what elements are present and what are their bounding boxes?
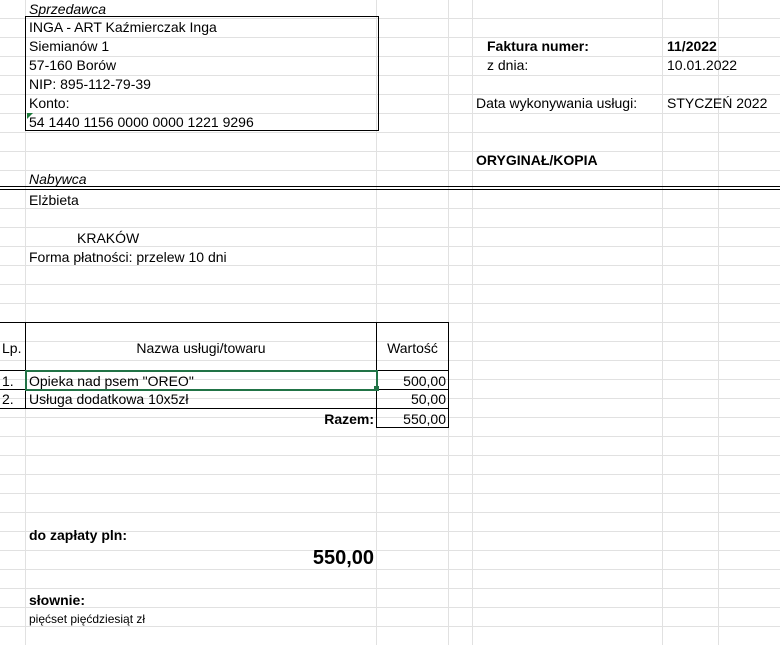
- table-row-border: [0, 408, 449, 409]
- grid-column-line: [662, 0, 663, 645]
- amount-due-label[interactable]: do zapłaty pln:: [29, 526, 127, 544]
- buyer-name[interactable]: Elżbieta: [29, 191, 79, 209]
- service-date-label[interactable]: Data wykonywania usługi:: [476, 94, 637, 112]
- total-value[interactable]: 550,00: [377, 410, 446, 428]
- selected-cell-border[interactable]: [25, 370, 378, 391]
- row-1-lp[interactable]: 1.: [2, 372, 14, 390]
- seller-account[interactable]: 54 1440 1156 0000 0000 1221 9296: [29, 113, 254, 131]
- seller-account-label[interactable]: Konto:: [29, 94, 69, 112]
- table-header-name: Nazwa usługi/towaru: [136, 340, 266, 356]
- seller-street[interactable]: Siemianów 1: [29, 37, 109, 55]
- section-separator: [0, 189, 780, 190]
- fill-handle[interactable]: [374, 386, 379, 391]
- table-header-value: Wartość: [387, 340, 438, 356]
- amount-due-value[interactable]: 550,00: [26, 546, 374, 570]
- in-words-label[interactable]: słownie:: [29, 591, 85, 609]
- service-date[interactable]: STYCZEŃ 2022: [667, 94, 767, 112]
- grid-column-line: [472, 0, 473, 645]
- invoice-date-label[interactable]: z dnia:: [487, 56, 528, 74]
- row-1-value[interactable]: 500,00: [377, 372, 446, 390]
- buyer-city[interactable]: KRAKÓW: [77, 229, 139, 247]
- seller-name[interactable]: INGA - ART Kaźmierczak Inga: [29, 18, 217, 36]
- payment-method[interactable]: Forma płatności: przelew 10 dni: [29, 248, 227, 266]
- invoice-number[interactable]: 11/2022: [667, 37, 717, 55]
- redacted-area: [30, 211, 200, 227]
- original-copy-label[interactable]: ORYGINAŁ/KOPIA: [476, 151, 598, 169]
- in-words-value[interactable]: pięćset pięćdziesiąt zł: [29, 610, 145, 628]
- row-2-name[interactable]: Usługa dodatkowa 10x5zł: [29, 390, 189, 408]
- invoice-number-label[interactable]: Faktura numer:: [487, 37, 589, 55]
- table-column-border: [448, 322, 449, 428]
- row-2-value[interactable]: 50,00: [377, 390, 446, 408]
- seller-nip[interactable]: NIP: 895-112-79-39: [29, 75, 151, 93]
- redacted-area: [82, 192, 190, 208]
- table-header-lp: Lp.: [2, 340, 22, 356]
- table-column-border: [25, 322, 26, 409]
- table-border-top: [0, 322, 449, 323]
- seller-city[interactable]: 57-160 Borów: [29, 56, 116, 74]
- redacted-area: [30, 230, 76, 246]
- total-label[interactable]: Razem:: [26, 410, 374, 428]
- row-2-lp[interactable]: 2.: [2, 390, 14, 408]
- invoice-date[interactable]: 10.01.2022: [667, 56, 737, 74]
- section-separator: [0, 186, 780, 187]
